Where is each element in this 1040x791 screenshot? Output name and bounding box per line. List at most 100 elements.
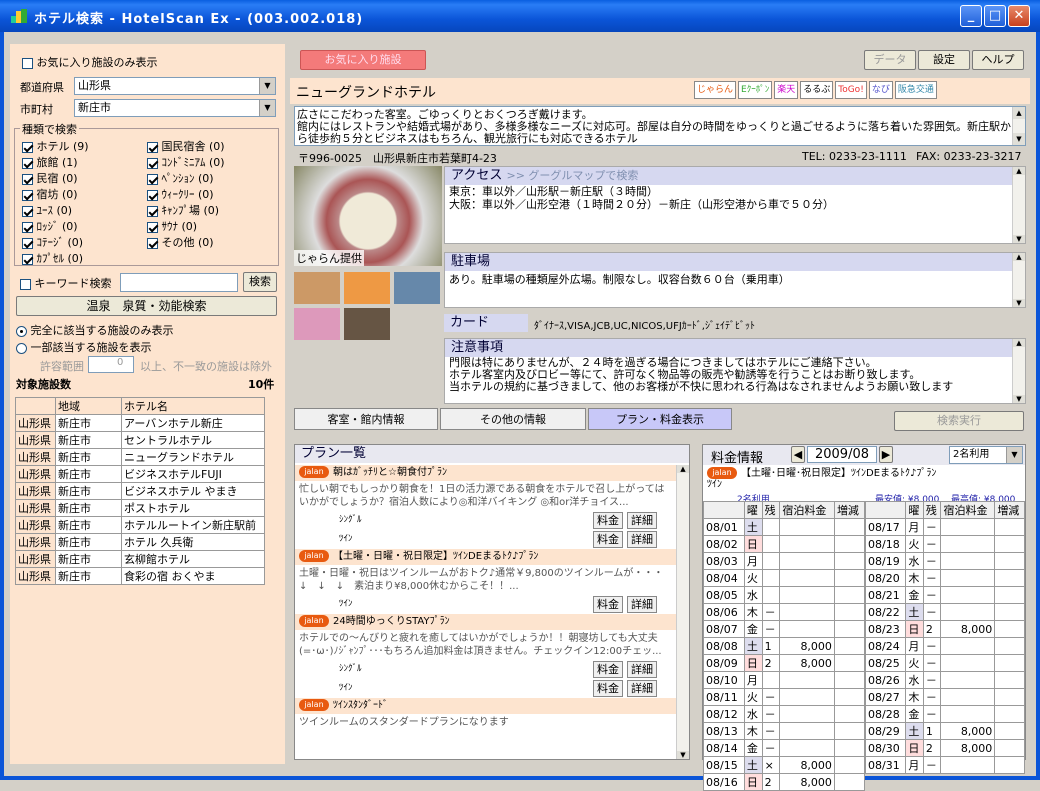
cal-row[interactable]: 08/02 日: [703, 535, 866, 553]
favorite-button[interactable]: お気に入り施設: [300, 50, 426, 70]
type-item[interactable]: ｶﾌﾟｾﾙ (0): [22, 250, 83, 266]
thumbnail-5[interactable]: [344, 308, 390, 340]
cal-row[interactable]: 08/26 水－: [864, 671, 1025, 689]
type-item[interactable]: 国民宿舎 (0): [147, 138, 225, 154]
table-row[interactable]: 山形県 新庄市 食彩の宿 おくやま: [15, 567, 265, 585]
tolerance-spinner[interactable]: 0: [88, 356, 134, 373]
cal-row[interactable]: 08/05 水: [703, 586, 866, 604]
thumbnail-4[interactable]: [294, 308, 340, 340]
type-item[interactable]: ｺﾃｰｼﾞ (0): [22, 234, 83, 250]
type-checkbox[interactable]: [22, 173, 33, 185]
table-row[interactable]: 山形県 新庄市 玄柳館ホテル: [15, 550, 265, 568]
site-logo-2[interactable]: 楽天: [774, 81, 799, 99]
site-logo-1[interactable]: Eｸｰﾎﾟﾝ: [738, 81, 773, 99]
detail-button[interactable]: 詳細: [627, 680, 657, 697]
type-item[interactable]: ｺﾝﾄﾞﾐﾆｱﾑ (0): [147, 154, 225, 170]
type-item[interactable]: 旅館 (1): [22, 154, 78, 170]
cal-row[interactable]: 08/23 日 2 8,000: [864, 620, 1025, 638]
tab-plan-price[interactable]: プラン・料金表示: [588, 408, 732, 430]
help-button[interactable]: ヘルプ: [972, 50, 1024, 70]
cal-row[interactable]: 08/16 日 2 8,000: [703, 773, 866, 791]
type-item[interactable]: ﾕｰｽ (0): [22, 202, 72, 218]
type-checkbox[interactable]: [22, 237, 33, 249]
cal-row[interactable]: 08/01 土: [703, 518, 866, 536]
type-checkbox[interactable]: [147, 157, 158, 169]
keyword-checkbox[interactable]: [20, 278, 31, 290]
cal-row[interactable]: 08/07 金－: [703, 620, 866, 638]
cal-row[interactable]: 08/20 木－: [864, 569, 1025, 587]
tab-room-info[interactable]: 客室・館内情報: [294, 408, 438, 430]
table-row[interactable]: 山形県 新庄市 ビジネスホテルFUJI: [15, 465, 265, 483]
cal-row[interactable]: 08/18 火－: [864, 535, 1025, 553]
map-link[interactable]: >> グーグルマップで検索: [507, 169, 639, 182]
type-checkbox[interactable]: [22, 157, 33, 169]
thumbnail-3[interactable]: [394, 272, 440, 304]
cal-row[interactable]: 08/19 水－: [864, 552, 1025, 570]
type-item[interactable]: ｷｬﾝﾌﾟ場 (0): [147, 202, 219, 218]
site-logo-6[interactable]: 阪急交通: [894, 81, 937, 99]
detail-button[interactable]: 詳細: [627, 512, 657, 529]
table-row[interactable]: 山形県 新庄市 ビジネスホテル やまき: [15, 482, 265, 500]
type-checkbox[interactable]: [147, 221, 158, 233]
type-checkbox[interactable]: [22, 205, 33, 217]
cal-row[interactable]: 08/09 日 2 8,000: [703, 654, 866, 672]
prev-month-button[interactable]: ◀: [791, 446, 805, 463]
cal-row[interactable]: 08/03 月: [703, 552, 866, 570]
type-item[interactable]: ﾍﾟﾝｼｮﾝ (0): [147, 170, 214, 186]
table-row[interactable]: 山形県 新庄市 アーバンホテル新庄: [15, 414, 265, 432]
fav-only-checkbox[interactable]: [22, 57, 33, 69]
access-scrollbar[interactable]: [1012, 167, 1025, 243]
type-checkbox[interactable]: [147, 141, 158, 153]
maximize-button[interactable]: □: [984, 5, 1006, 27]
type-checkbox[interactable]: [147, 173, 158, 185]
cal-row[interactable]: 08/10 月: [703, 671, 866, 689]
cal-row[interactable]: 08/30 日 2 8,000: [864, 739, 1025, 757]
cal-row[interactable]: 08/31 月－: [864, 756, 1025, 774]
next-month-button[interactable]: ▶: [879, 446, 893, 463]
price-button[interactable]: 料金: [593, 531, 623, 548]
cal-row[interactable]: 08/27 木－: [864, 688, 1025, 706]
site-logo-3[interactable]: るるぶ: [800, 81, 834, 99]
type-item[interactable]: ﾛｯｼﾞ (0): [22, 218, 78, 234]
city-select[interactable]: 新庄市 ▼: [74, 99, 276, 117]
persons-select[interactable]: 2名利用 ▼: [949, 446, 1023, 464]
cal-row[interactable]: 08/24 月－: [864, 637, 1025, 655]
table-row[interactable]: 山形県 新庄市 セントラルホテル: [15, 431, 265, 449]
cal-row[interactable]: 08/22 土－: [864, 603, 1025, 621]
cal-row[interactable]: 08/14 金－: [703, 739, 866, 757]
cal-row[interactable]: 08/21 金－: [864, 586, 1025, 604]
onsen-search-button[interactable]: 温泉 泉質・効能検索: [16, 296, 277, 316]
type-checkbox[interactable]: [22, 221, 33, 233]
site-logo-4[interactable]: ToGo!: [835, 81, 867, 99]
pref-select[interactable]: 山形県 ▼: [74, 77, 276, 95]
price-button[interactable]: 料金: [593, 661, 623, 678]
type-checkbox[interactable]: [22, 253, 33, 265]
close-button[interactable]: ✕: [1008, 5, 1030, 27]
type-item[interactable]: 民宿 (0): [22, 170, 78, 186]
cal-row[interactable]: 08/13 木－: [703, 722, 866, 740]
type-item[interactable]: ホテル (9): [22, 138, 89, 154]
table-row[interactable]: 山形県 新庄市 ポストホテル: [15, 499, 265, 517]
keyword-input[interactable]: [120, 273, 238, 292]
cal-row[interactable]: 08/08 土 1 8,000: [703, 637, 866, 655]
table-row[interactable]: 山形県 新庄市 ホテルルートイン新庄駅前: [15, 516, 265, 534]
settings-button[interactable]: 設定: [918, 50, 970, 70]
tab-other-info[interactable]: その他の情報: [440, 408, 586, 430]
search-exec-button[interactable]: 検索実行: [894, 411, 1024, 431]
desc-scrollbar[interactable]: [1012, 107, 1025, 145]
type-checkbox[interactable]: [147, 237, 158, 249]
detail-button[interactable]: 詳細: [627, 661, 657, 678]
exact-radio[interactable]: [16, 325, 27, 337]
cal-row[interactable]: 08/29 土 1 8,000: [864, 722, 1025, 740]
type-checkbox[interactable]: [147, 205, 158, 217]
table-row[interactable]: 山形県 新庄市 ホテル 久兵衛: [15, 533, 265, 551]
type-item[interactable]: ｳｨｰｸﾘｰ (0): [147, 186, 214, 202]
notes-scrollbar[interactable]: [1012, 339, 1025, 403]
plan-scrollbar[interactable]: [676, 465, 689, 759]
table-row[interactable]: 山形県 新庄市 ニューグランドホテル: [15, 448, 265, 466]
cal-row[interactable]: 08/12 水－: [703, 705, 866, 723]
cal-row[interactable]: 08/25 火－: [864, 654, 1025, 672]
site-logo-0[interactable]: じゃらん: [694, 81, 737, 99]
detail-button[interactable]: 詳細: [627, 596, 657, 613]
partial-radio[interactable]: [16, 342, 27, 354]
